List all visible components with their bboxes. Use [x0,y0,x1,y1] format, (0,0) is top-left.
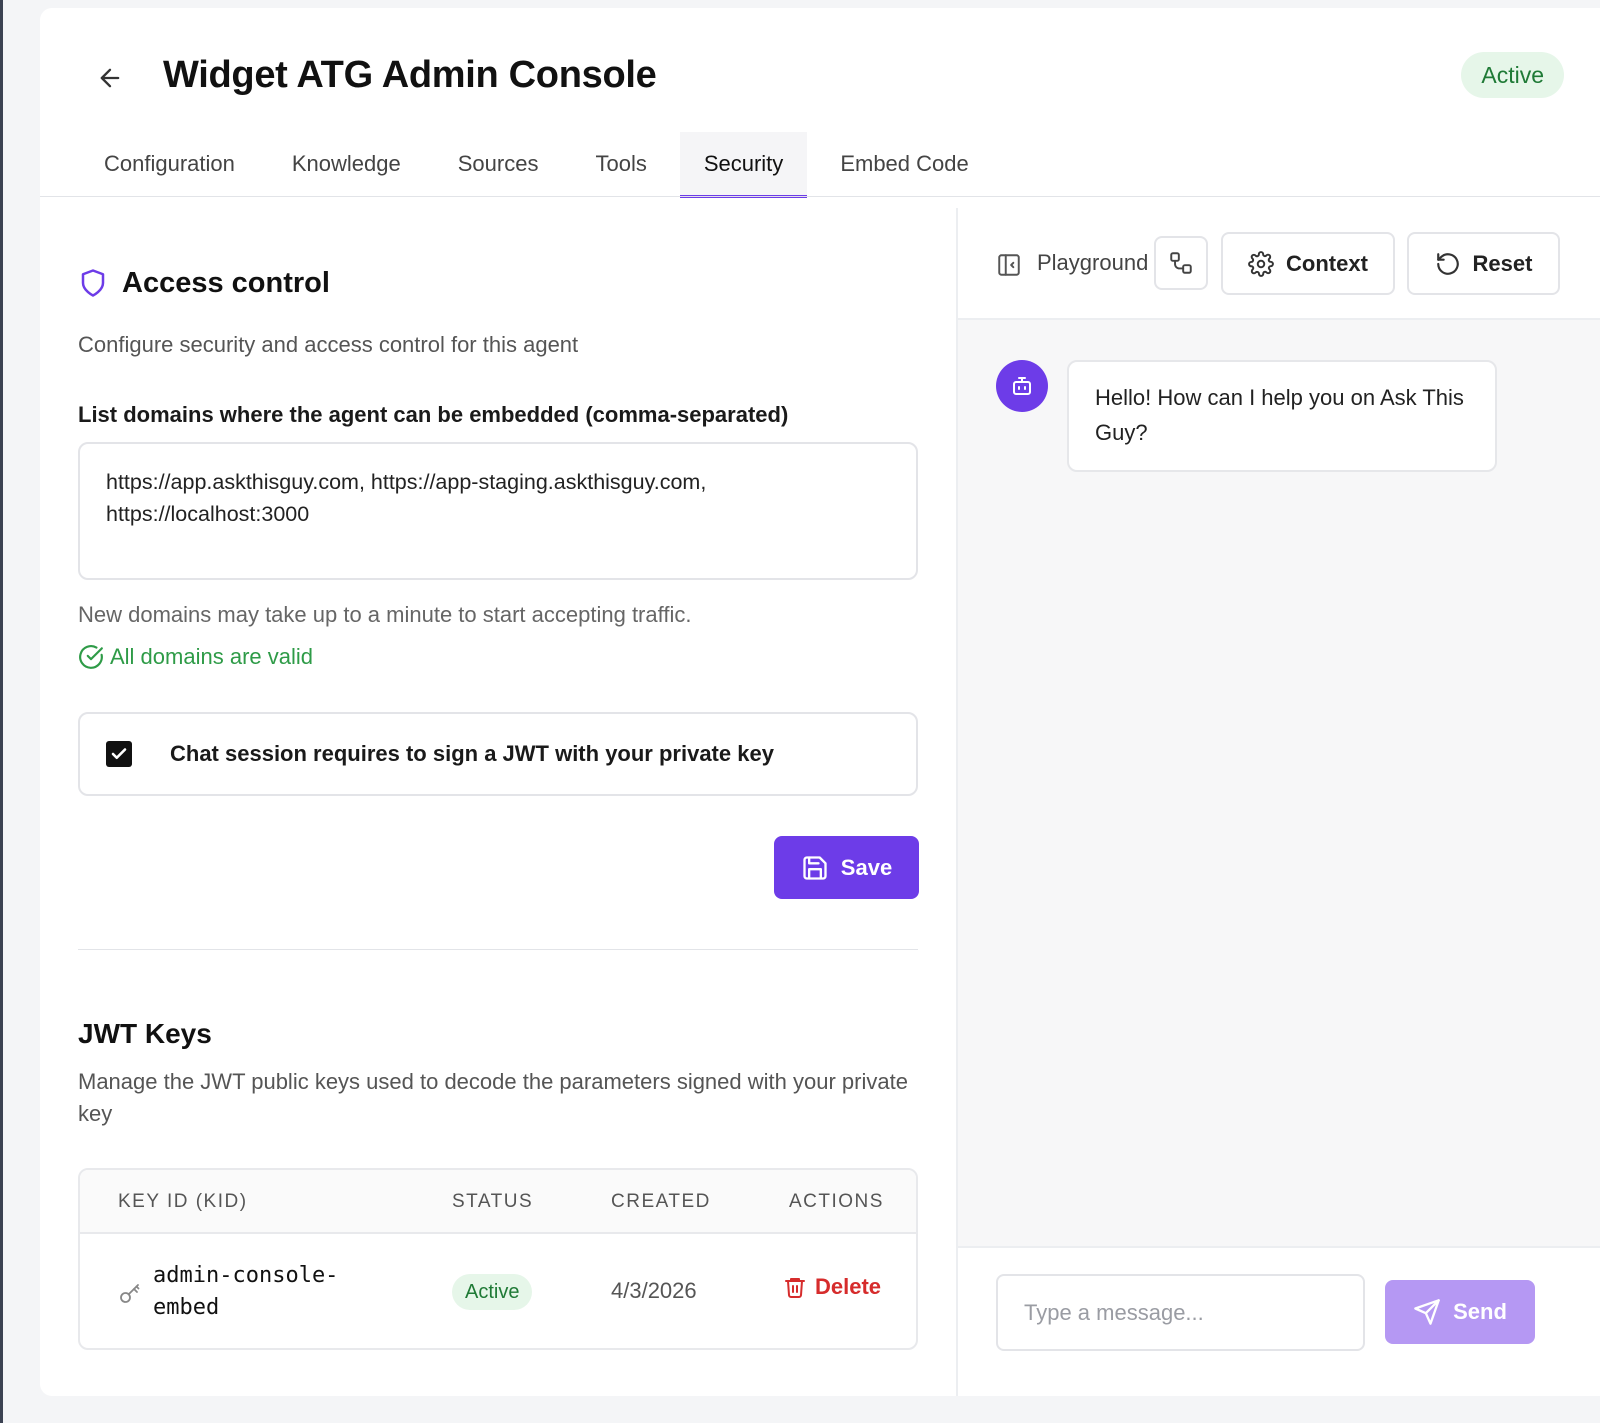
jwt-required-label: Chat session requires to sign a JWT with… [170,741,774,766]
access-control-header: Access control [78,266,330,300]
window-edge [0,0,3,1423]
table-row: admin-console-embed Active 4/3/2026 Dele… [80,1234,916,1348]
tab-bar: Configuration Knowledge Sources Tools Se… [80,132,1002,198]
table-header: KEY ID (KID) STATUS CREATED ACTIONS [80,1170,916,1234]
message-composer: Send [958,1246,1600,1396]
section-divider [78,949,918,950]
column-header-status: STATUS [452,1191,534,1212]
page-title: Widget ATG Admin Console [163,54,657,96]
key-status-badge: Active [452,1274,533,1310]
validation-text: All domains are valid [110,644,313,669]
check-circle-icon [79,645,103,669]
arrow-left-icon [100,68,120,88]
floppy-disk-icon [803,855,827,880]
delete-label: Delete [815,1274,882,1299]
jwt-required-option[interactable]: Chat session requires to sign a JWT with… [78,712,918,796]
send-label: Send [1453,1299,1507,1324]
jwt-keys-title: JWT Keys [78,1018,212,1049]
domains-validation: All domains are valid [78,644,313,670]
send-button[interactable]: Send [1385,1280,1535,1344]
tab-knowledge[interactable]: Knowledge [268,132,425,196]
playground-label: Playground [1037,250,1149,275]
back-button[interactable] [92,60,128,96]
gear-icon [1248,250,1274,277]
tab-sources[interactable]: Sources [434,132,563,196]
reset-button[interactable]: Reset [1407,232,1560,295]
tab-configuration[interactable]: Configuration [80,132,259,196]
bot-avatar [996,360,1048,412]
shield-icon [81,269,105,297]
route-toggle-button[interactable] [1154,236,1208,290]
tab-embed-code[interactable]: Embed Code [816,132,992,196]
domains-hint: New domains may take up to a minute to s… [78,602,692,627]
tab-tools[interactable]: Tools [571,132,670,196]
context-label: Context [1286,250,1368,276]
access-control-title: Access control [122,266,330,299]
rotate-ccw-icon [1436,252,1459,275]
access-control-subtitle: Configure security and access control fo… [78,332,579,357]
jwt-required-checkbox[interactable] [106,741,132,767]
agent-console-card: Widget ATG Admin Console Active Configur… [40,8,1600,1396]
playground-panel: Playground Context Reset Hello! How can … [958,208,1600,1396]
column-header-created: CREATED [611,1191,711,1212]
tabs-divider [40,196,1600,197]
save-button-label: Save [840,854,893,880]
allowed-domains-textarea[interactable]: https://app.askthisguy.com, https://app-… [78,442,918,580]
route-icon [1170,252,1192,274]
key-id: admin-console-embed [153,1263,339,1320]
agent-status-badge: Active [1461,52,1564,98]
key-created-date: 4/3/2026 [611,1278,697,1303]
jwt-keys-table: KEY ID (KID) STATUS CREATED ACTIONS admi… [78,1168,918,1350]
key-icon [120,1284,140,1303]
panel-collapse-icon[interactable] [996,252,1022,278]
message-input[interactable] [996,1274,1365,1351]
bot-icon [1013,377,1031,395]
tab-security[interactable]: Security [679,132,808,198]
trash-icon [785,1278,805,1298]
column-header-kid: KEY ID (KID) [118,1191,248,1212]
reset-label: Reset [1472,250,1533,276]
column-header-actions: ACTIONS [789,1191,884,1212]
jwt-keys-subtitle: Manage the JWT public keys used to decod… [78,1069,908,1126]
playground-toolbar: Playground Context Reset [958,208,1600,320]
save-button[interactable]: Save [774,836,919,899]
delete-key-button[interactable]: Delete [783,1274,881,1300]
checkmark-icon [111,748,127,760]
context-button[interactable]: Context [1221,232,1395,295]
bot-message: Hello! How can I help you on Ask This Gu… [1067,360,1497,472]
domains-label: List domains where the agent can be embe… [78,402,789,427]
send-icon [1414,1299,1440,1325]
